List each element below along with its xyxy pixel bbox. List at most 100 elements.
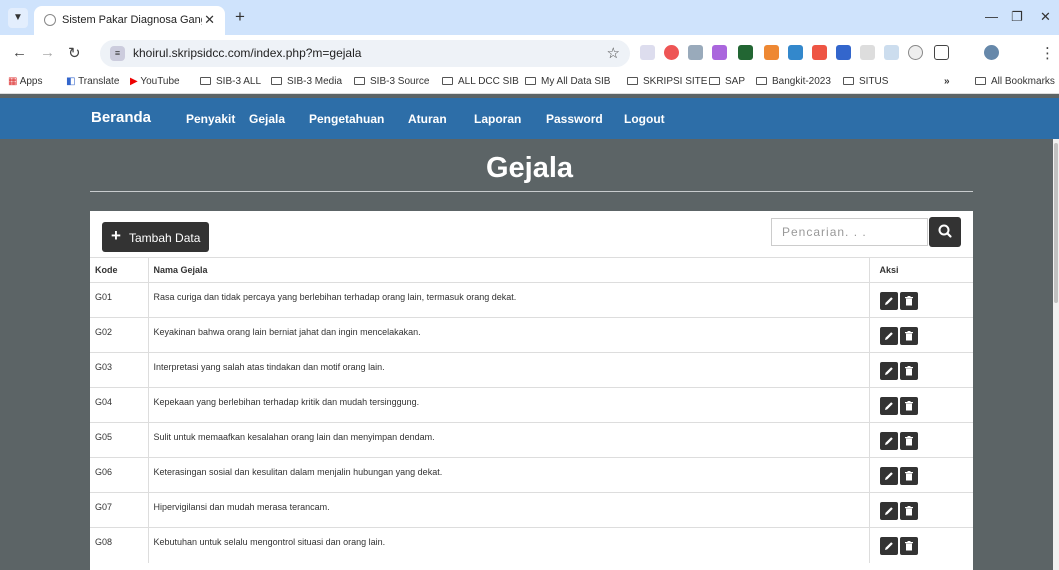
edit-button[interactable] [879,397,898,415]
folder-icon [354,77,365,85]
new-tab-icon[interactable]: + [235,7,245,27]
table-row: G03 Interpretasi yang salah atas tindakan… [90,352,973,388]
edit-button[interactable] [879,537,898,555]
cell-aksi [869,387,973,423]
title-divider [90,191,973,192]
cell-nama-gejala: Keterasingan sosial dan kesulitan dalam … [148,457,870,493]
delete-button[interactable] [899,292,918,310]
trash-icon [904,471,913,481]
extension-icon[interactable] [664,45,679,60]
delete-button[interactable] [899,397,918,415]
folder-icon [709,77,720,85]
add-data-button[interactable]: + Tambah Data [102,222,209,252]
pencil-icon [884,472,893,480]
table-row: G05 Sulit untuk memaafkan kesalahan orang… [90,422,973,458]
edit-button[interactable] [879,432,898,450]
back-icon[interactable]: ← [12,44,27,61]
trash-icon [904,436,913,446]
bookmark-star-icon[interactable]: ☆ [607,44,620,62]
bookmark-youtube[interactable]: ▶ YouTube [130,76,180,87]
all-bookmarks[interactable]: All Bookmarks [975,76,1055,87]
cell-kode: G05 [90,422,149,458]
menu-kebab-icon[interactable]: ⋮ [1040,44,1055,62]
search-input[interactable] [771,218,928,246]
site-navbar: Beranda Penyakit Gejala Pengetahuan Atur… [0,98,1059,139]
nav-link-laporan[interactable]: Laporan [474,112,521,126]
edit-button[interactable] [879,327,898,345]
profile-avatar-icon[interactable] [984,45,999,60]
extension-icon[interactable] [764,45,779,60]
bookmarks-overflow[interactable]: » [944,76,950,87]
edit-button[interactable] [879,502,898,520]
extension-icon[interactable] [738,45,753,60]
close-tab-icon[interactable]: ✕ [204,12,215,28]
close-window-icon[interactable]: ✕ [1040,9,1051,25]
delete-button[interactable] [899,362,918,380]
cell-kode: G07 [90,492,149,528]
bookmark-sib3-media[interactable]: SIB-3 Media [271,76,342,87]
cell-nama-gejala: Kepekaan yang berlebihan terhadap kritik… [148,387,870,423]
forward-icon[interactable]: → [40,44,55,61]
cell-aksi [869,492,973,528]
edit-button[interactable] [879,467,898,485]
search-button[interactable] [929,217,961,247]
tab-search-icon[interactable]: ▼ [8,8,28,28]
trash-icon [904,506,913,516]
extension-icon[interactable] [836,45,851,60]
bookmark-all-dcc-sib[interactable]: ALL DCC SIB [442,76,519,87]
delete-button[interactable] [899,537,918,555]
bookmark-situs[interactable]: SITUS [843,76,888,87]
pencil-icon [884,507,893,515]
delete-button[interactable] [899,502,918,520]
bookmark-translate[interactable]: ◧ Translate [66,76,119,87]
minimize-icon[interactable]: — [985,9,998,24]
bookmark-apps[interactable]: ▦ Apps [8,76,42,87]
delete-button[interactable] [899,467,918,485]
site-info-icon[interactable]: ≡ [110,46,125,61]
bookmark-sib3-source[interactable]: SIB-3 Source [354,76,429,87]
pencil-icon [884,367,893,375]
reload-icon[interactable]: ↻ [68,44,81,62]
nav-link-gejala[interactable]: Gejala [249,112,285,126]
edit-button[interactable] [879,362,898,380]
bookmark-sib3-all[interactable]: SIB-3 ALL [200,76,261,87]
extension-icon[interactable] [640,45,655,60]
delete-button[interactable] [899,432,918,450]
table-row: G06 Keterasingan sosial dan kesulitan dal… [90,457,973,493]
cell-aksi [869,317,973,353]
extension-icon[interactable] [812,45,827,60]
cell-nama-gejala: Sulit untuk memaafkan kesalahan orang la… [148,422,870,458]
nav-link-pengetahuan[interactable]: Pengetahuan [309,112,384,126]
extension-icon[interactable] [860,45,875,60]
extension-icon[interactable] [688,45,703,60]
cell-kode: G08 [90,527,149,563]
extension-icon[interactable] [712,45,727,60]
extension-icon[interactable] [908,45,923,60]
extension-icon[interactable] [884,45,899,60]
bookmark-bangkit-2023[interactable]: Bangkit-2023 [756,76,831,87]
nav-link-password[interactable]: Password [546,112,603,126]
extension-icon[interactable] [788,45,803,60]
bookmark-sap[interactable]: SAP [709,76,745,87]
folder-icon [271,77,282,85]
restore-icon[interactable]: ❐ [1011,9,1023,25]
nav-link-aturan[interactable]: Aturan [408,112,447,126]
bookmarks-bar: ▦ Apps ◧ Translate ▶ YouTube SIB-3 ALL S… [0,72,1059,94]
nav-link-penyakit[interactable]: Penyakit [186,112,235,126]
trash-icon [904,541,913,551]
nav-link-logout[interactable]: Logout [624,112,665,126]
page-scrollbar[interactable] [1053,139,1059,570]
browser-tab[interactable]: Sistem Pakar Diagnosa Ganggu ✕ [34,6,225,35]
nav-brand-beranda[interactable]: Beranda [91,109,151,126]
edit-button[interactable] [879,292,898,310]
cell-aksi [869,527,973,563]
browser-tab-bar: ▼ Sistem Pakar Diagnosa Ganggu ✕ + — ❐ ✕ [0,0,1059,35]
bookmark-skripsi-site[interactable]: SKRIPSI SITE [627,76,707,87]
delete-button[interactable] [899,327,918,345]
pencil-icon [884,437,893,445]
address-bar[interactable]: ≡ khoirul.skripsidcc.com/index.php?m=gej… [100,40,630,67]
cell-nama-gejala: Keyakinan bahwa orang lain berniat jahat… [148,317,870,353]
extensions-puzzle-icon[interactable] [934,45,949,60]
table-row: G04 Kepekaan yang berlebihan terhadap kri… [90,387,973,423]
bookmark-my-all-data-sib[interactable]: My All Data SIB [525,76,610,87]
